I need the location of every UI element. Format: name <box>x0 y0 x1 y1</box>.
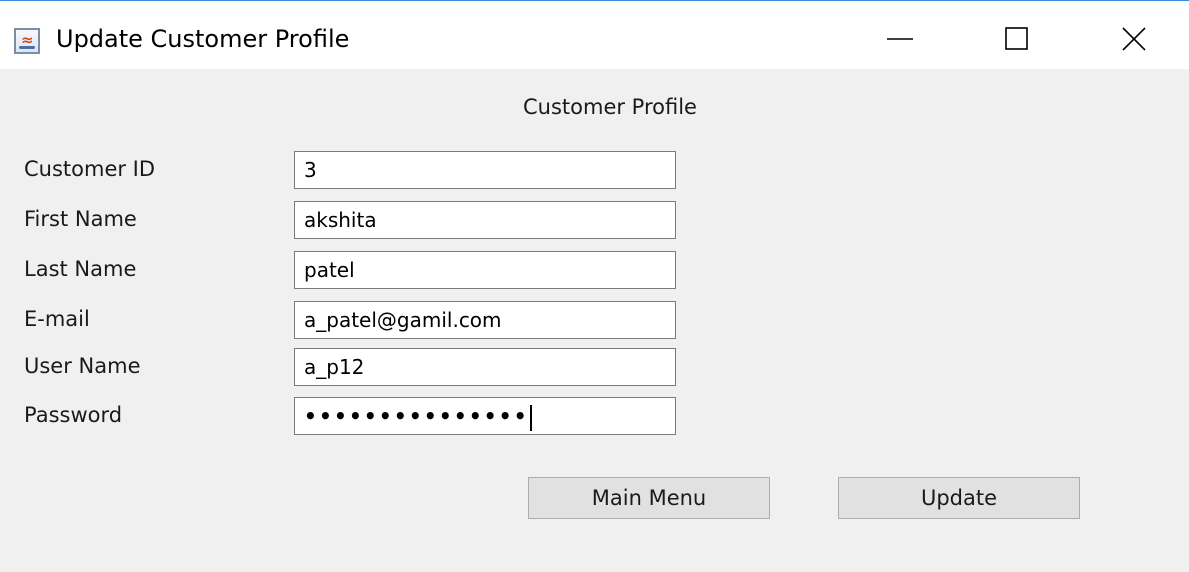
update-customer-profile-window: ≈ Update Customer Profile Customer Profi… <box>0 0 1189 572</box>
email-label: E-mail <box>24 307 90 331</box>
form-heading: Customer Profile <box>523 95 697 119</box>
password-masked-value: ••••••••••••••• <box>304 404 529 428</box>
main-menu-button[interactable]: Main Menu <box>528 477 770 519</box>
first-name-field[interactable]: akshita <box>294 201 676 239</box>
email-field[interactable]: a_patel@gamil.com <box>294 301 676 339</box>
password-field[interactable]: ••••••••••••••• <box>294 397 676 435</box>
password-label: Password <box>24 403 123 427</box>
minimize-button[interactable] <box>872 19 928 59</box>
close-icon <box>1122 27 1146 51</box>
customer-id-label: Customer ID <box>24 157 156 181</box>
text-caret <box>529 404 532 431</box>
title-bar[interactable]: ≈ Update Customer Profile <box>0 1 1189 69</box>
minimize-icon <box>887 38 913 40</box>
last-name-field[interactable]: patel <box>294 251 676 289</box>
last-name-label: Last Name <box>24 257 137 281</box>
user-name-label: User Name <box>24 354 141 378</box>
window-title: Update Customer Profile <box>56 25 350 53</box>
update-button[interactable]: Update <box>838 477 1080 519</box>
customer-id-field[interactable]: 3 <box>294 151 676 189</box>
close-button[interactable] <box>1106 19 1162 59</box>
user-name-field[interactable]: a_p12 <box>294 348 676 386</box>
maximize-button[interactable] <box>989 19 1045 59</box>
maximize-icon <box>1005 27 1028 50</box>
first-name-label: First Name <box>24 207 137 231</box>
java-cup-icon: ≈ <box>14 28 40 54</box>
